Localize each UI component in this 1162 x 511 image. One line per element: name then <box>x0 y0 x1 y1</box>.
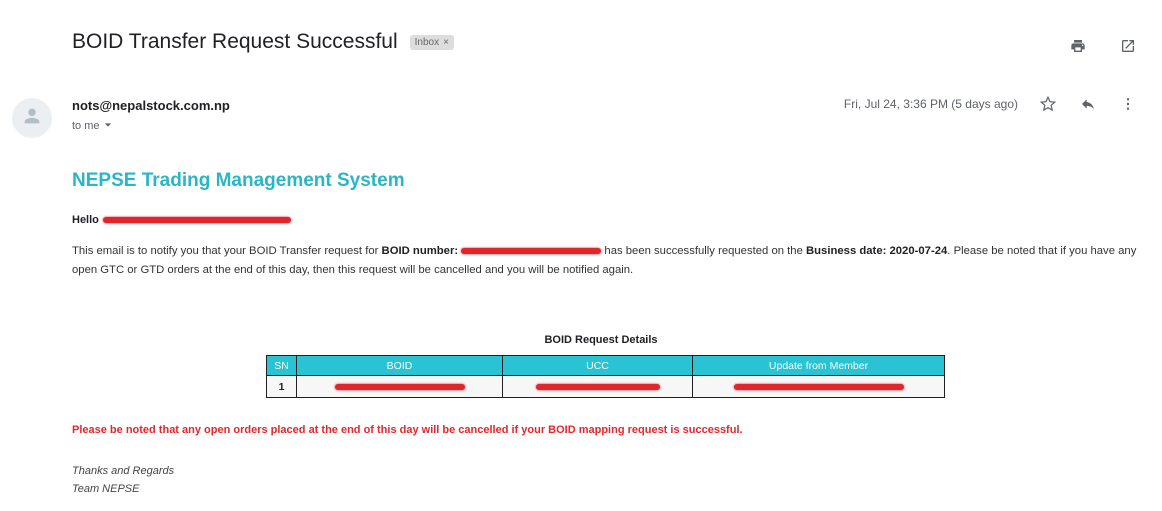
sign-off: Thanks and Regards <box>72 465 175 477</box>
greeting: Hello <box>72 214 1140 226</box>
table-row: 1 <box>266 375 945 398</box>
business-date-label: Business date: 2020-07-24 <box>806 245 948 257</box>
inbox-label-chip[interactable]: Inbox × <box>409 34 454 50</box>
table-cell-ucc <box>502 375 693 398</box>
inbox-label-text: Inbox <box>414 36 440 48</box>
star-icon[interactable] <box>1038 94 1058 114</box>
person-icon <box>21 105 43 132</box>
email-body: NEPSE Trading Management System Hello Th… <box>60 170 1140 280</box>
table-header-row: SN BOID UCC Update from Member <box>266 355 945 376</box>
sender-avatar[interactable] <box>12 98 52 138</box>
table-header-boid: BOID <box>296 355 503 376</box>
signature: Team NEPSE <box>72 483 140 495</box>
email-meta-actions: Fri, Jul 24, 3:36 PM (5 days ago) <box>844 94 1138 114</box>
recipient-toggle[interactable]: to me <box>72 120 112 132</box>
sender-email[interactable]: nots@nepalstock.com.np <box>72 98 230 113</box>
remove-label-button[interactable]: × <box>443 37 449 48</box>
para-part1: This email is to notify you that your BO… <box>72 245 382 257</box>
signature-block: Thanks and Regards Team NEPSE <box>72 462 174 498</box>
open-in-new-window-icon[interactable] <box>1118 36 1138 56</box>
system-title: NEPSE Trading Management System <box>72 170 405 191</box>
notification-paragraph: This email is to notify you that your BO… <box>72 242 1140 280</box>
recipient-text: to me <box>72 120 100 132</box>
table-title: BOID Request Details <box>544 334 658 346</box>
redacted-boid-number <box>461 248 602 255</box>
table-header-update-from-member: Update from Member <box>692 355 945 376</box>
email-subject: BOID Transfer Request Successful <box>72 30 398 53</box>
boid-request-table: SN BOID UCC Update from Member 1 <box>266 355 945 398</box>
redacted-name <box>102 217 291 223</box>
chevron-down-icon[interactable] <box>104 120 112 132</box>
more-vert-icon[interactable] <box>1118 94 1138 114</box>
email-date: Fri, Jul 24, 3:36 PM (5 days ago) <box>843 97 1018 111</box>
para-part2: has been successfully requested on the <box>604 245 806 257</box>
greeting-text: Hello <box>72 214 99 226</box>
reply-icon[interactable] <box>1078 94 1098 114</box>
table-cell-boid <box>296 375 503 398</box>
table-cell-update <box>692 375 945 398</box>
print-icon[interactable] <box>1068 36 1088 56</box>
redacted-ucc <box>535 383 660 390</box>
table-cell-sn: 1 <box>266 375 297 398</box>
email-subject-row: BOID Transfer Request Successful Inbox × <box>72 30 454 54</box>
table-header-ucc: UCC <box>502 355 693 376</box>
redacted-member-update <box>733 383 904 390</box>
email-toolbar <box>1068 36 1138 56</box>
redacted-boid <box>334 383 465 390</box>
warning-message: Please be noted that any open orders pla… <box>72 424 743 436</box>
boid-number-label: BOID number: <box>381 245 459 257</box>
table-header-sn: SN <box>266 355 297 376</box>
